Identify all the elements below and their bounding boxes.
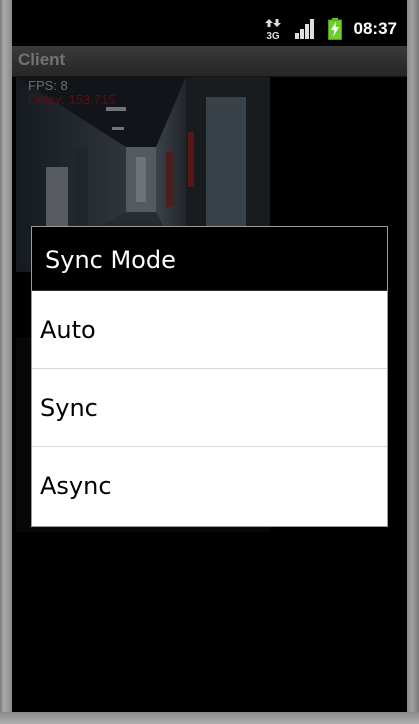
- status-bar: 3G 08:37: [12, 12, 407, 46]
- option-sync[interactable]: Sync: [32, 369, 387, 447]
- status-icons: 3G 08:37: [252, 12, 397, 46]
- data-arrows-icon: 3G: [264, 18, 282, 40]
- option-async-label: Async: [40, 472, 112, 500]
- device-frame-bottom: [0, 712, 419, 724]
- network-type-label: 3G: [266, 31, 280, 40]
- sync-mode-dialog: Sync Mode Auto Sync Async: [31, 226, 388, 527]
- option-async[interactable]: Async: [32, 447, 387, 525]
- status-clock: 08:37: [353, 19, 397, 38]
- battery-charging-icon: [327, 18, 342, 40]
- option-sync-label: Sync: [40, 394, 98, 422]
- option-auto-label: Auto: [40, 316, 96, 344]
- dialog-title: Sync Mode: [45, 246, 176, 274]
- dialog-header: Sync Mode: [32, 227, 387, 291]
- option-auto[interactable]: Auto: [32, 291, 387, 369]
- signal-bars-icon: [294, 19, 316, 39]
